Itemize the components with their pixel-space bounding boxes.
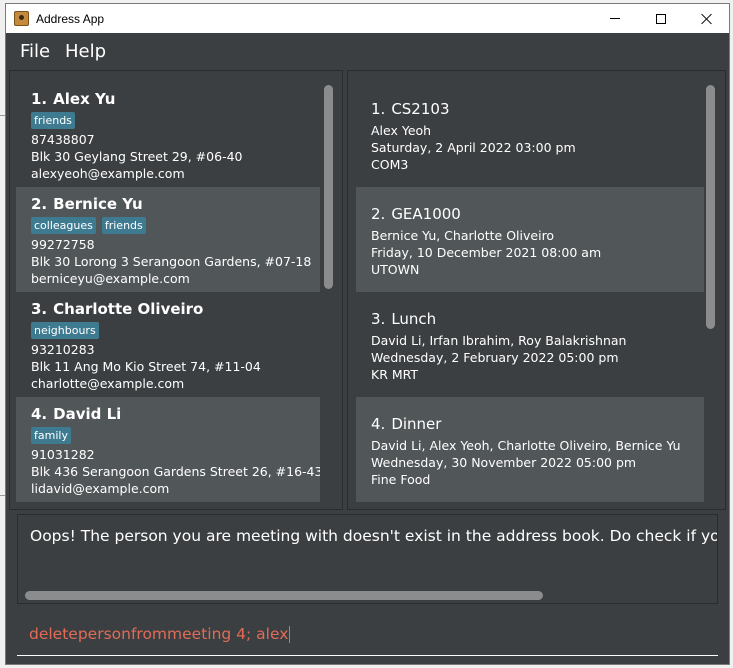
person-email: berniceyu@example.com bbox=[31, 271, 190, 286]
person-list[interactable]: 1. Alex Yu friends 87438807 Blk 30 Geylan… bbox=[16, 82, 320, 502]
meeting-card[interactable]: 2. GEA1000 Bernice Yu, Charlotte Oliveiro… bbox=[356, 187, 704, 292]
person-card[interactable]: 3. Charlotte Oliveiro neighbours 93210283… bbox=[16, 292, 320, 397]
command-box[interactable]: deletepersonfrommeeting 4; alex bbox=[17, 612, 718, 656]
close-button[interactable] bbox=[684, 4, 729, 33]
person-name: 4. David Li bbox=[31, 405, 122, 423]
meeting-datetime: Wednesday, 30 November 2022 05:00 pm bbox=[371, 455, 637, 470]
maximize-icon bbox=[656, 13, 666, 24]
person-name: 1. Alex Yu bbox=[31, 90, 116, 108]
meeting-list-scrollbar[interactable] bbox=[706, 85, 715, 329]
maximize-button[interactable] bbox=[638, 4, 684, 33]
person-address: Blk 30 Geylang Street 29, #06-40 bbox=[31, 149, 243, 164]
person-tags: family bbox=[31, 427, 305, 444]
person-address: Blk 11 Ang Mo Kio Street 74, #11-04 bbox=[31, 359, 261, 374]
menu-bar: File Help bbox=[6, 33, 729, 67]
meeting-title: 1. CS2103 bbox=[371, 100, 450, 118]
meeting-datetime: Wednesday, 2 February 2022 05:00 pm bbox=[371, 350, 619, 365]
person-email: charlotte@example.com bbox=[31, 376, 185, 391]
person-card[interactable]: 2. Bernice Yu colleagues friends 99272758 … bbox=[16, 187, 320, 292]
close-icon bbox=[701, 13, 713, 25]
meeting-title: 3. Lunch bbox=[371, 310, 437, 328]
tag: colleagues bbox=[31, 217, 96, 234]
meeting-card[interactable]: 3. Lunch David Li, Irfan Ibrahim, Roy Bal… bbox=[356, 292, 704, 397]
tag: friends bbox=[101, 217, 146, 234]
person-address: Blk 30 Lorong 3 Serangoon Gardens, #07-1… bbox=[31, 254, 312, 269]
menu-file[interactable]: File bbox=[20, 41, 50, 62]
person-card[interactable]: 1. Alex Yu friends 87438807 Blk 30 Geylan… bbox=[16, 82, 320, 187]
meeting-location: UTOWN bbox=[371, 262, 420, 277]
person-list-panel: 1. Alex Yu friends 87438807 Blk 30 Geylan… bbox=[9, 70, 343, 510]
result-horizontal-scrollbar[interactable] bbox=[25, 591, 543, 600]
person-tags: neighbours bbox=[31, 322, 305, 339]
person-phone: 99272758 bbox=[31, 237, 95, 252]
meeting-datetime: Friday, 10 December 2021 08:00 am bbox=[371, 245, 602, 260]
address-book-icon bbox=[14, 11, 29, 26]
menu-help[interactable]: Help bbox=[65, 41, 106, 62]
text-caret bbox=[289, 626, 291, 643]
tag: friends bbox=[31, 112, 75, 129]
person-email: alexyeoh@example.com bbox=[31, 166, 185, 181]
command-input[interactable]: deletepersonfrommeeting 4; alex bbox=[29, 625, 291, 643]
meeting-list[interactable]: 1. CS2103 Alex Yeoh Saturday, 2 April 202… bbox=[356, 82, 704, 502]
person-tags: colleagues friends bbox=[31, 217, 305, 234]
result-display[interactable]: Oops! The person you are meeting with do… bbox=[17, 514, 718, 604]
meeting-title: 2. GEA1000 bbox=[371, 205, 461, 223]
result-message: Oops! The person you are meeting with do… bbox=[30, 527, 718, 545]
tag: family bbox=[31, 427, 71, 444]
person-list-scrollbar[interactable] bbox=[324, 85, 333, 289]
meeting-location: Fine Food bbox=[371, 472, 431, 487]
meeting-card[interactable]: 1. CS2103 Alex Yeoh Saturday, 2 April 202… bbox=[356, 82, 704, 187]
app-window: Address App File Help 1. Alex Yu friends … bbox=[5, 3, 730, 665]
person-phone: 91031282 bbox=[31, 447, 95, 462]
tag: neighbours bbox=[31, 322, 99, 339]
person-tags: friends bbox=[31, 112, 305, 129]
title-bar[interactable]: Address App bbox=[6, 4, 729, 33]
person-phone: 87438807 bbox=[31, 132, 95, 147]
person-address: Blk 436 Serangoon Gardens Street 26, #16… bbox=[31, 464, 320, 479]
meeting-people: Alex Yeoh bbox=[371, 123, 432, 138]
person-card[interactable]: 4. David Li family 91031282 Blk 436 Seran… bbox=[16, 397, 320, 502]
meeting-location: COM3 bbox=[371, 157, 409, 172]
meeting-location: KR MRT bbox=[371, 367, 419, 382]
person-name: 3. Charlotte Oliveiro bbox=[31, 300, 204, 318]
meeting-list-panel: 1. CS2103 Alex Yeoh Saturday, 2 April 202… bbox=[347, 70, 726, 510]
person-email: lidavid@example.com bbox=[31, 481, 170, 496]
window-title: Address App bbox=[36, 12, 105, 26]
meeting-datetime: Saturday, 2 April 2022 03:00 pm bbox=[371, 140, 576, 155]
meeting-people: David Li, Irfan Ibrahim, Roy Balakrishna… bbox=[371, 333, 627, 348]
person-phone: 93210283 bbox=[31, 342, 95, 357]
person-name: 2. Bernice Yu bbox=[31, 195, 143, 213]
minimize-button[interactable] bbox=[592, 4, 638, 33]
meeting-card[interactable]: 4. Dinner David Li, Alex Yeoh, Charlotte … bbox=[356, 397, 704, 502]
meeting-people: Bernice Yu, Charlotte Oliveiro bbox=[371, 228, 555, 243]
meeting-people: David Li, Alex Yeoh, Charlotte Oliveiro,… bbox=[371, 438, 681, 453]
meeting-title: 4. Dinner bbox=[371, 415, 442, 433]
minimize-icon bbox=[610, 18, 620, 19]
